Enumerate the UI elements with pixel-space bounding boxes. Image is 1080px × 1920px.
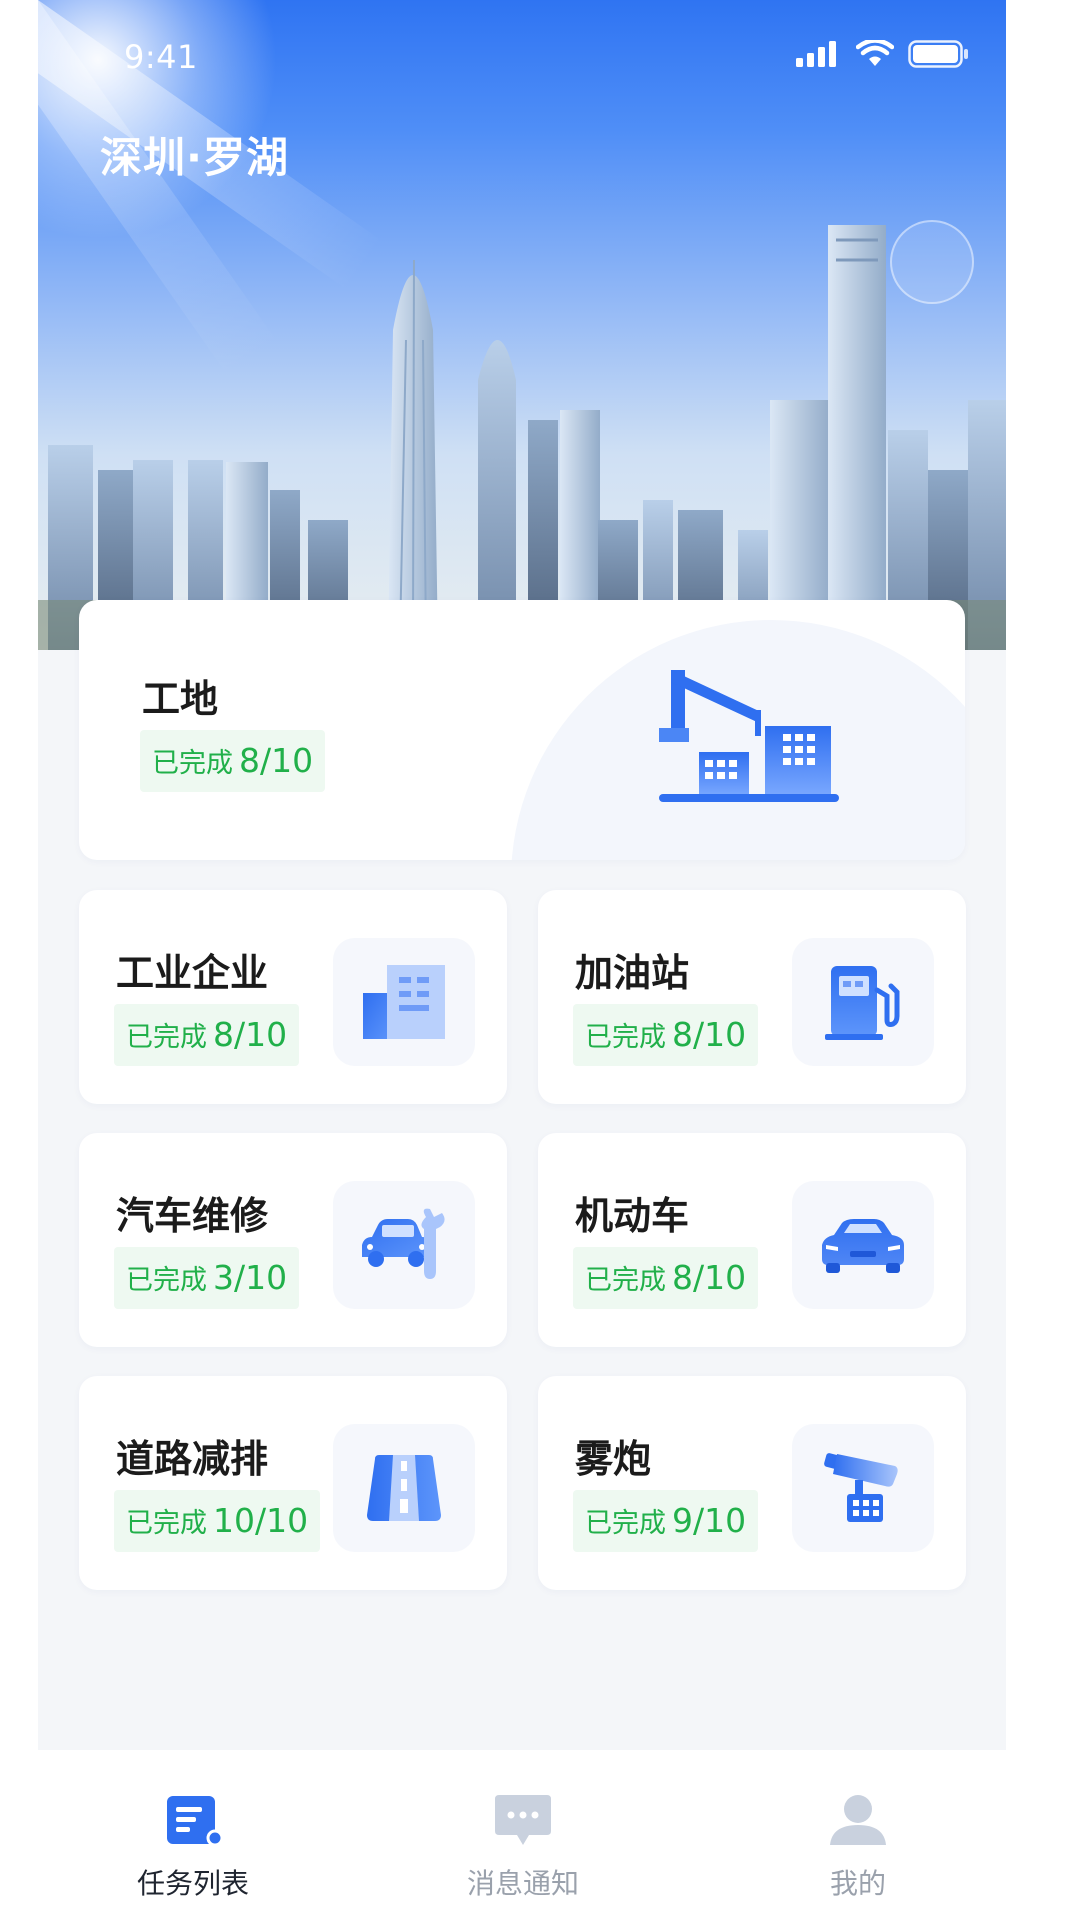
sun-halo (890, 220, 974, 304)
progress-badge: 已完成 8/10 (114, 1004, 300, 1066)
battery-icon (908, 40, 968, 68)
status-label: 已完成 (585, 1508, 666, 1539)
category-card-industrial-enterprise[interactable]: 工业企业 已完成 8/10 (79, 890, 507, 1104)
status-label: 已完成 (126, 1265, 207, 1296)
tab-task-list[interactable]: 任务列表 (73, 1750, 313, 1920)
car-repair-icon (362, 1208, 445, 1279)
category-title: 加油站 (575, 951, 690, 995)
status-time: 9:41 (124, 38, 198, 76)
icon-tile (792, 1181, 934, 1309)
gas-pump-icon (825, 966, 900, 1040)
app-screen: 9:41 深圳·罗湖 工地 已完成 8/10 工业企业 已完成 8/10 加油站… (38, 0, 1006, 1920)
category-card-fog-cannon[interactable]: 雾炮 已完成 9/10 (538, 1376, 966, 1590)
industrial-building-icon (363, 965, 445, 1039)
category-title: 道路减排 (116, 1437, 269, 1481)
tab-profile[interactable]: 我的 (738, 1750, 978, 1920)
tab-label: 我的 (829, 1867, 886, 1900)
category-title: 机动车 (575, 1194, 690, 1238)
category-card-gas-station[interactable]: 加油站 已完成 8/10 (538, 890, 966, 1104)
construction-site-icon (659, 670, 839, 802)
location-title: 深圳·罗湖 (100, 133, 289, 182)
icon-tile (792, 938, 934, 1066)
status-label: 已完成 (126, 1508, 207, 1539)
category-title: 工业企业 (116, 951, 269, 995)
category-title: 工地 (142, 677, 219, 721)
progress-badge: 已完成 8/10 (140, 730, 326, 792)
task-list-icon (167, 1796, 223, 1846)
progress-count: 3/10 (213, 1258, 288, 1297)
progress-badge: 已完成 8/10 (573, 1004, 759, 1066)
wifi-icon (856, 40, 894, 66)
progress-count: 8/10 (213, 1015, 288, 1054)
tab-label: 消息通知 (466, 1867, 579, 1900)
status-label: 已完成 (126, 1022, 207, 1053)
progress-count: 8/10 (672, 1015, 747, 1054)
status-label: 已完成 (152, 748, 233, 779)
status-icons (796, 40, 970, 68)
status-bar: 9:41 (38, 0, 1006, 110)
icon-tile (792, 1424, 934, 1552)
category-title: 汽车维修 (116, 1194, 269, 1238)
hero-banner: 9:41 深圳·罗湖 (38, 0, 1006, 650)
status-label: 已完成 (585, 1265, 666, 1296)
bottom-tab-bar: 任务列表 消息通知 我的 (38, 1750, 1006, 1920)
category-card-construction-site[interactable]: 工地 已完成 8/10 (79, 600, 965, 860)
status-label: 已完成 (585, 1022, 666, 1053)
progress-badge: 已完成 10/10 (114, 1490, 321, 1552)
message-icon (495, 1795, 551, 1845)
icon-tile (333, 938, 475, 1066)
category-card-car-repair[interactable]: 汽车维修 已完成 3/10 (79, 1133, 507, 1347)
tab-label: 任务列表 (136, 1867, 249, 1900)
progress-badge: 已完成 8/10 (573, 1247, 759, 1309)
category-title: 雾炮 (575, 1437, 652, 1481)
icon-tile (333, 1424, 475, 1552)
progress-count: 10/10 (213, 1501, 309, 1540)
road-icon (367, 1455, 441, 1521)
progress-badge: 已完成 3/10 (114, 1247, 300, 1309)
car-icon (822, 1219, 904, 1273)
category-card-motor-vehicle[interactable]: 机动车 已完成 8/10 (538, 1133, 966, 1347)
progress-count: 8/10 (239, 741, 314, 780)
user-icon (830, 1795, 886, 1845)
progress-badge: 已完成 9/10 (573, 1490, 759, 1552)
icon-tile (333, 1181, 475, 1309)
fog-cannon-icon (824, 1453, 898, 1522)
tab-messages[interactable]: 消息通知 (403, 1750, 643, 1920)
progress-count: 8/10 (672, 1258, 747, 1297)
category-card-road-emission-reduction[interactable]: 道路减排 已完成 10/10 (79, 1376, 507, 1590)
progress-count: 9/10 (672, 1501, 747, 1540)
cellular-signal-icon (796, 41, 836, 67)
